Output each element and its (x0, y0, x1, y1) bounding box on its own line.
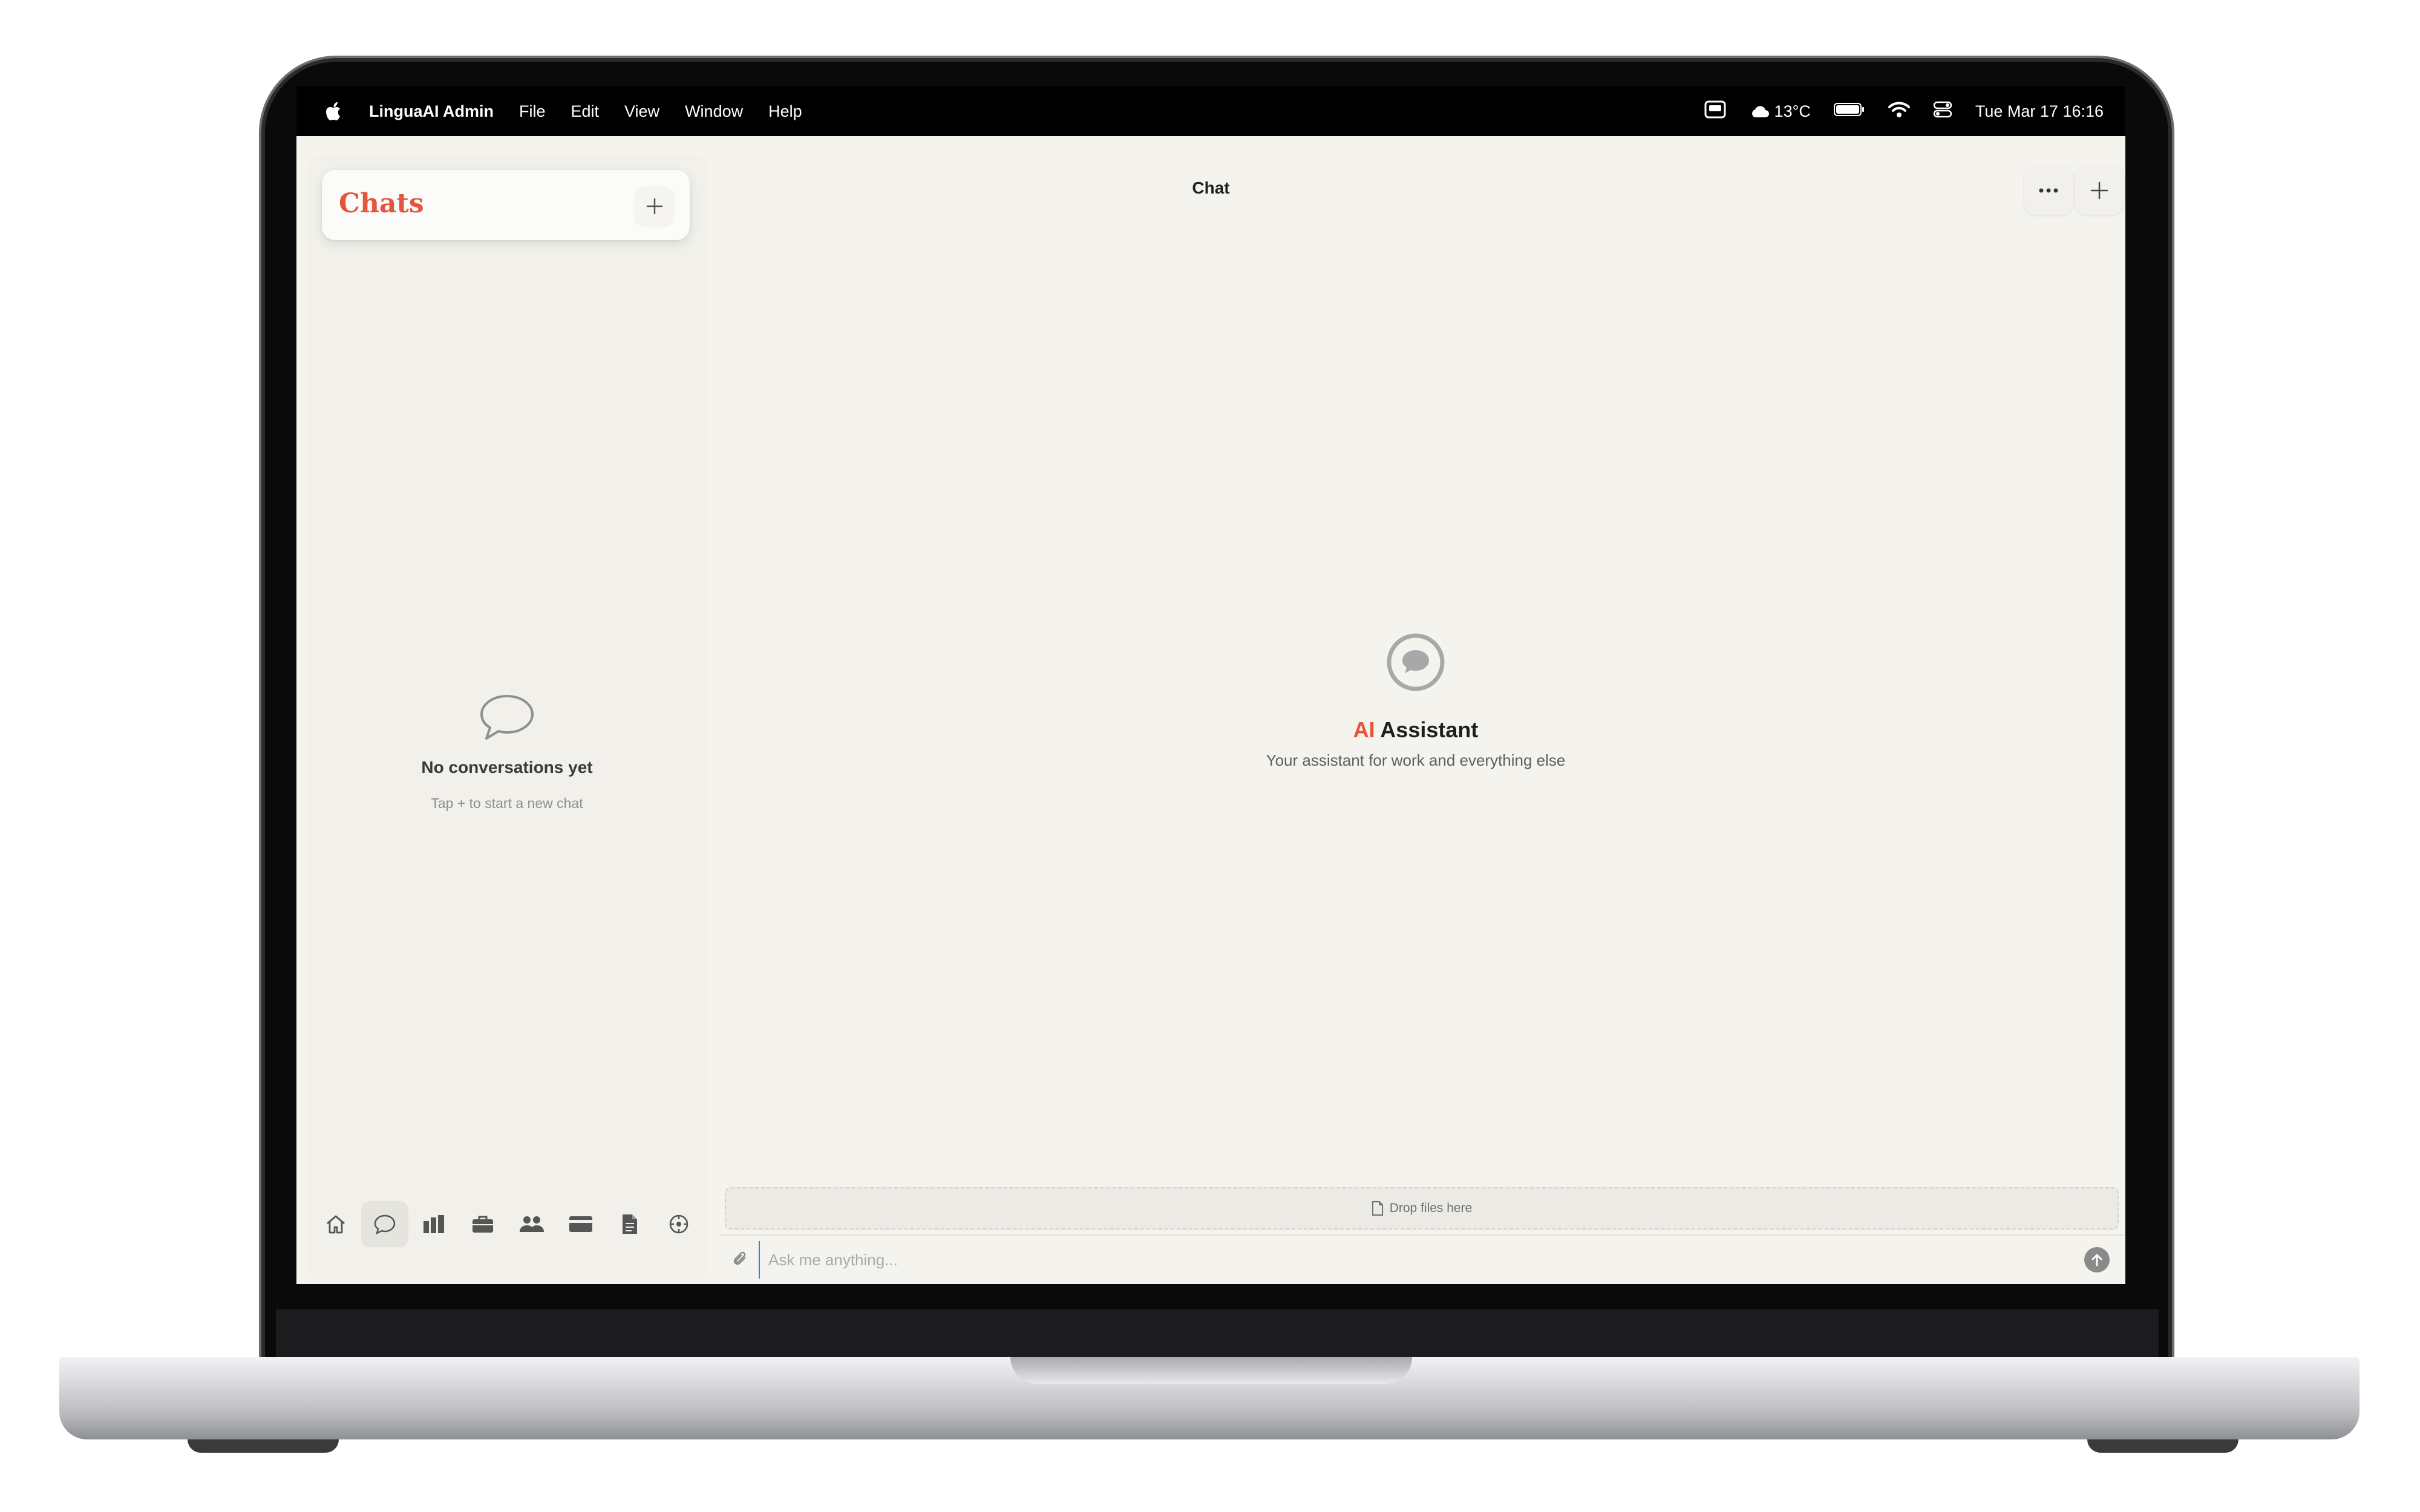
laptop-foot (2087, 1439, 2238, 1453)
nav-documents[interactable] (606, 1201, 653, 1247)
assistant-title-accent: AI (1353, 717, 1375, 742)
laptop-foot (188, 1439, 339, 1453)
app-window: Chats No conversations yet Tap + to star… (296, 136, 2125, 1284)
wifi-icon[interactable] (1888, 101, 1910, 122)
bottom-nav (311, 1197, 703, 1251)
weather-status[interactable]: 13°C (1749, 102, 1811, 121)
screen: LinguaAI Admin File Edit View Window Hel… (296, 86, 2125, 1284)
chat-icon (374, 1214, 395, 1234)
nav-settings[interactable] (655, 1201, 702, 1247)
users-icon (519, 1216, 544, 1232)
menu-window[interactable]: Window (685, 102, 743, 121)
apple-icon[interactable] (324, 99, 345, 123)
empty-subtitle: Tap + to start a new chat (431, 795, 583, 811)
more-options-button[interactable] (2024, 166, 2073, 215)
arrow-up-icon (2091, 1254, 2102, 1266)
menu-file[interactable]: File (519, 102, 546, 121)
menu-view[interactable]: View (624, 102, 659, 121)
home-icon (326, 1215, 345, 1234)
plus-icon (2090, 181, 2108, 200)
status-area: 13°C Tue Mar 17 16:16 (1704, 86, 2104, 136)
document-icon (622, 1214, 637, 1234)
settings-icon (669, 1214, 688, 1234)
nav-users[interactable] (508, 1201, 555, 1247)
control-center-icon[interactable] (1933, 100, 1952, 123)
ellipsis-icon (2039, 188, 2058, 193)
send-button[interactable] (2084, 1247, 2110, 1272)
app-name-menu[interactable]: LinguaAI Admin (369, 102, 494, 121)
empty-conversations: No conversations yet Tap + to start a ne… (307, 692, 707, 812)
menu-edit[interactable]: Edit (571, 102, 600, 121)
drop-label: Drop files here (1389, 1201, 1473, 1215)
chat-title: Chat (1192, 178, 1230, 197)
file-drop-zone[interactable]: Drop files here (725, 1187, 2119, 1230)
sidebar: Chats No conversations yet Tap + to star… (307, 155, 707, 1280)
empty-title: No conversations yet (421, 758, 593, 777)
credit-card-icon (569, 1216, 592, 1232)
bar-chart-icon (423, 1215, 444, 1233)
nav-chat[interactable] (361, 1201, 408, 1247)
clock[interactable]: Tue Mar 17 16:16 (1975, 102, 2104, 121)
file-icon (1372, 1201, 1383, 1216)
plus-icon (646, 198, 663, 215)
paperclip-icon (733, 1251, 746, 1265)
nav-work[interactable] (459, 1201, 506, 1247)
attach-button[interactable] (722, 1242, 759, 1278)
laptop-chin (276, 1309, 2159, 1359)
assistant-logo-icon (1387, 633, 1445, 691)
nav-billing[interactable] (557, 1201, 604, 1247)
message-input[interactable] (759, 1241, 2084, 1279)
speech-bubble-icon (480, 695, 534, 740)
nav-home[interactable] (312, 1201, 359, 1247)
briefcase-icon (472, 1216, 493, 1233)
new-chat-top-button[interactable] (2075, 166, 2124, 215)
cloud-icon (1751, 106, 1769, 117)
assistant-title: AI Assistant (1192, 717, 1640, 743)
menu-help[interactable]: Help (768, 102, 802, 121)
laptop-notch (1010, 1357, 1412, 1384)
battery-icon[interactable] (1833, 102, 1865, 121)
message-composer (720, 1236, 2125, 1284)
weather-temp: 13°C (1774, 102, 1811, 120)
nav-analytics[interactable] (410, 1201, 457, 1247)
assistant-subtitle: Your assistant for work and everything e… (1266, 751, 1566, 769)
menu-bar: LinguaAI Admin File Edit View Window Hel… (296, 86, 2125, 136)
assistant-title-name: Assistant (1380, 717, 1479, 742)
display-icon[interactable] (1704, 100, 1726, 123)
assistant-welcome: AI Assistant Your assistant for work and… (1192, 632, 1640, 770)
